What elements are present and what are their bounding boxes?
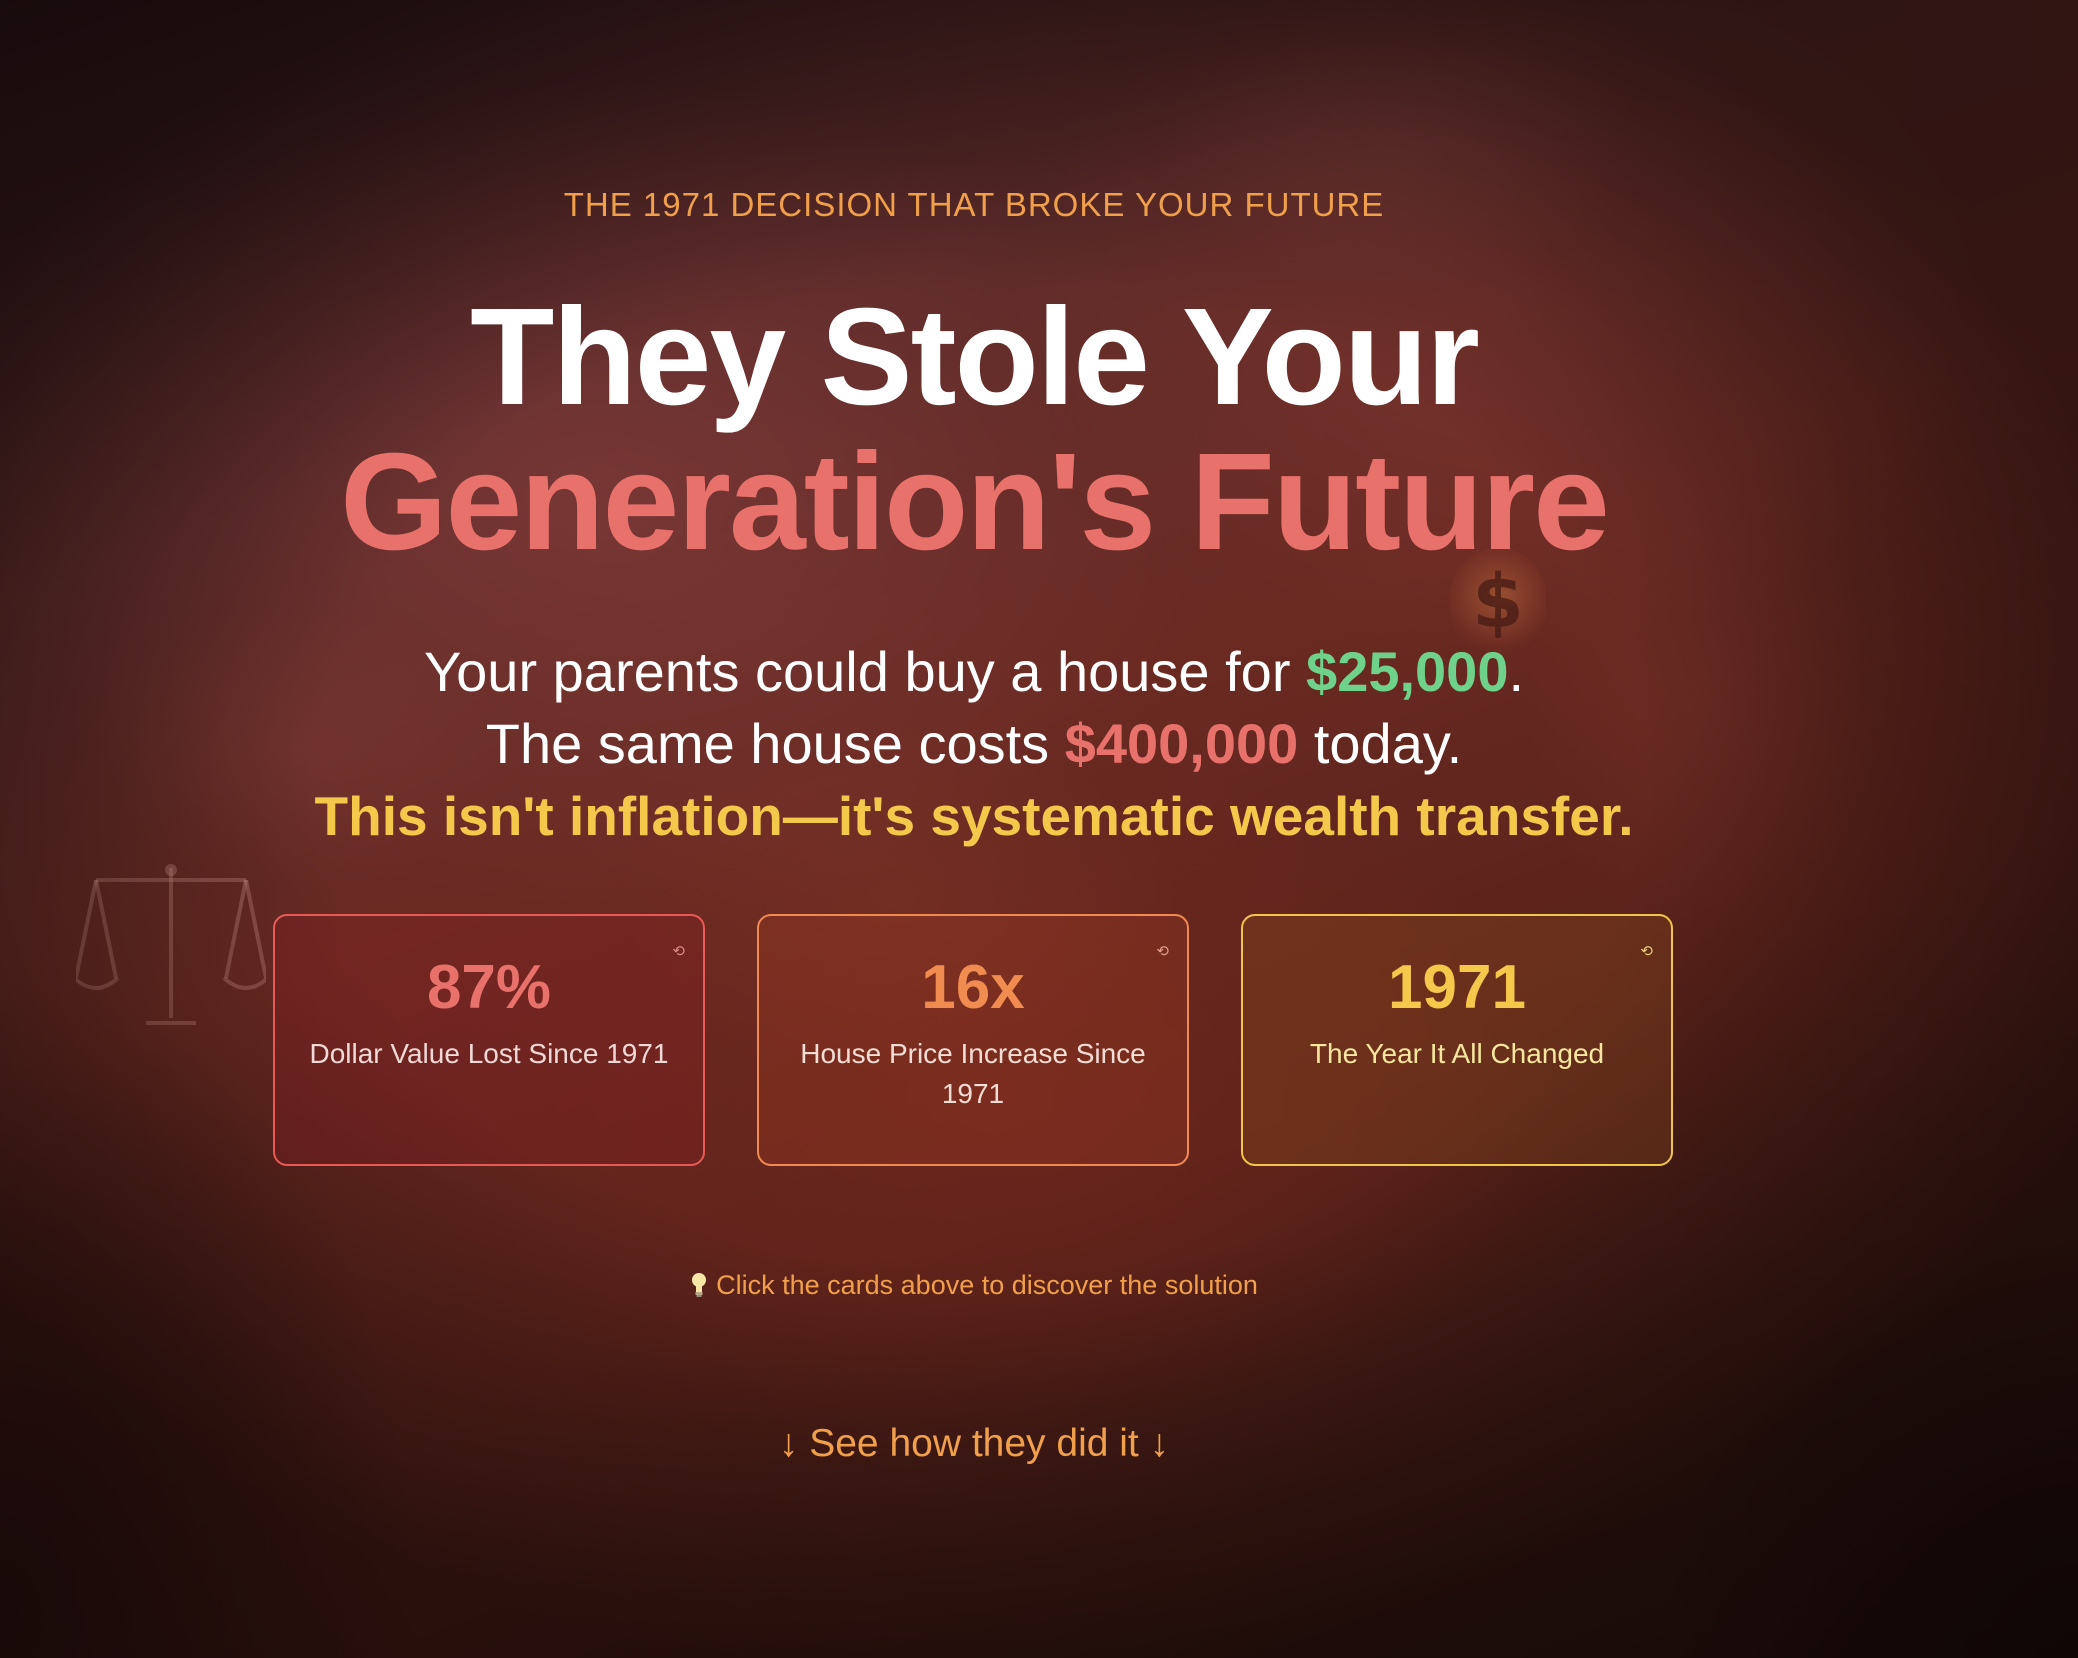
eyebrow-text: THE 1971 DECISION THAT BROKE YOUR FUTURE (563, 186, 1385, 223)
stat-value: 16x (921, 953, 1025, 1022)
lightbulb-icon (692, 1273, 707, 1297)
title-line-2: Generation's Future (340, 425, 1610, 579)
hero-subtitle: Your parents could buy a house for $25,0… (0, 636, 1948, 852)
then-price: $25,000 (1306, 640, 1509, 703)
stat-card-house-price[interactable]: ⟲ 16x House Price Increase Since 1971 (757, 914, 1189, 1166)
now-price: $400,000 (1064, 712, 1299, 775)
subtitle-line-2: The same house costs $400,000 today. (0, 708, 1948, 780)
stat-label: House Price Increase Since 1971 (800, 1038, 1146, 1109)
subtitle-line-1: Your parents could buy a house for $25,0… (0, 636, 1948, 708)
stat-label: Dollar Value Lost Since 1971 (309, 1038, 669, 1069)
stat-card-year[interactable]: ⟲ 1971 The Year It All Changed (1241, 914, 1673, 1166)
title-line-1: They Stole Your (470, 280, 1480, 434)
subtitle-line-1-end: . (1508, 640, 1525, 703)
hint-text-row: Click the cards above to discover the so… (0, 1270, 1948, 1301)
hero-section: THE 1971 DECISION THAT BROKE YOUR FUTURE… (0, 0, 1948, 1658)
flip-icon: ⟲ (672, 942, 685, 960)
subtitle-line-2-end: today. (1298, 712, 1463, 775)
subtitle-line-3: This isn't inflation—it's systematic wea… (314, 785, 1634, 847)
subtitle-line-1-text: Your parents could buy a house for (423, 640, 1307, 703)
hint-text: Click the cards above to discover the so… (716, 1270, 1258, 1300)
flip-icon: ⟲ (1156, 942, 1169, 960)
stat-card-dollar-value[interactable]: ⟲ 87% Dollar Value Lost Since 1971 (273, 914, 705, 1166)
stat-label: The Year It All Changed (1309, 1038, 1605, 1069)
subtitle-line-2-text: The same house costs (485, 712, 1065, 775)
stat-cards: ⟲ 87% Dollar Value Lost Since 1971 ⟲ 16x… (273, 914, 1676, 1170)
stat-value: 1971 (1388, 953, 1526, 1022)
page-title: They Stole Your Generation's Future (0, 282, 1948, 572)
flip-icon: ⟲ (1640, 942, 1653, 960)
stat-value: 87% (426, 953, 552, 1022)
scroll-cta-link[interactable]: ↓ See how they did it ↓ (0, 1422, 1948, 1466)
